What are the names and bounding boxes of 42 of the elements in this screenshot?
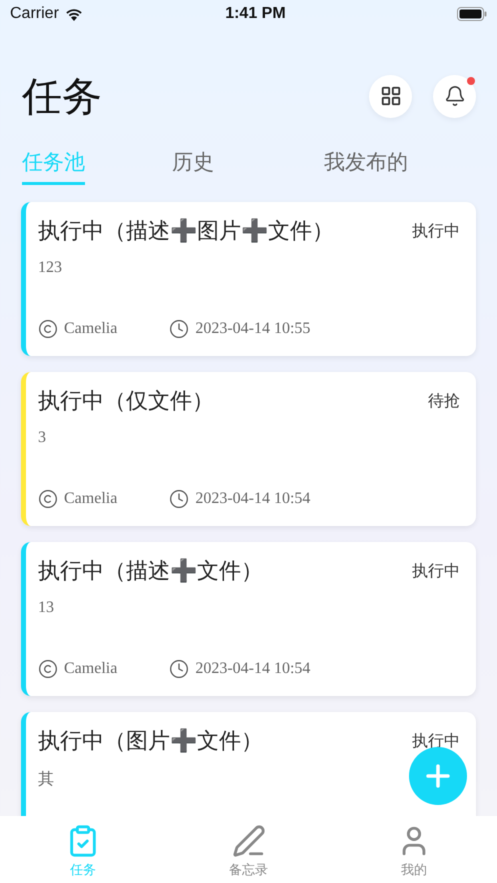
pencil-icon bbox=[232, 824, 266, 858]
battery-icon bbox=[456, 7, 487, 21]
copyright-icon bbox=[38, 659, 58, 679]
nav-tab[interactable]: 备忘录 bbox=[166, 816, 332, 883]
grid-icon bbox=[380, 85, 402, 107]
task-time: 2023-04-14 10:54 bbox=[195, 490, 310, 508]
copyright-icon bbox=[38, 489, 58, 509]
task-title: 执行中（描述➕图片➕文件） bbox=[38, 218, 334, 246]
task-description: 13 bbox=[38, 599, 54, 617]
task-status: 执行中 bbox=[412, 730, 460, 752]
task-time: 2023-04-14 10:54 bbox=[195, 660, 310, 678]
clock-icon bbox=[169, 489, 190, 509]
wifi-icon bbox=[64, 6, 84, 22]
task-title: 执行中（描述➕文件） bbox=[38, 558, 263, 586]
task-title: 执行中（仅文件） bbox=[38, 388, 214, 416]
task-title: 执行中（图片➕文件） bbox=[38, 728, 263, 756]
task-description: 3 bbox=[38, 429, 46, 447]
task-card[interactable]: 执行中（描述➕文件） 执行中 13 Camelia 2023-04-14 10:54 bbox=[21, 542, 476, 696]
tab[interactable]: 我发布的 bbox=[324, 148, 408, 185]
clock-time: 1:41 PM bbox=[225, 5, 286, 23]
bell-icon bbox=[444, 85, 466, 107]
grid-button[interactable] bbox=[369, 74, 412, 118]
task-card[interactable]: 执行中（描述➕图片➕文件） 执行中 123 Camelia 2023-04-14 10:55 bbox=[21, 202, 476, 356]
notification-button[interactable] bbox=[433, 74, 476, 118]
task-author: Camelia bbox=[64, 490, 118, 508]
task-author: Camelia bbox=[64, 660, 118, 678]
task-description: 123 bbox=[38, 259, 62, 277]
task-status: 执行中 bbox=[412, 220, 460, 242]
task-card[interactable]: 执行中（图片➕文件） 执行中 其 bbox=[21, 712, 476, 816]
carrier-label: Carrier bbox=[10, 5, 59, 23]
task-author: Camelia bbox=[64, 320, 118, 338]
nav-tab[interactable]: 我的 bbox=[331, 816, 497, 883]
task-description: 其 bbox=[38, 770, 54, 790]
task-card[interactable]: 执行中（仅文件） 待抢 3 Camelia 2023-04-14 10:54 bbox=[21, 372, 476, 526]
tab[interactable]: 历史 bbox=[172, 148, 214, 185]
task-status: 执行中 bbox=[412, 560, 460, 582]
task-status: 待抢 bbox=[428, 390, 460, 412]
task-time: 2023-04-14 10:55 bbox=[195, 320, 310, 338]
clock-icon bbox=[169, 319, 190, 339]
copyright-icon bbox=[38, 319, 58, 339]
clock-icon bbox=[169, 659, 190, 679]
page-title: 任务 bbox=[22, 72, 102, 122]
